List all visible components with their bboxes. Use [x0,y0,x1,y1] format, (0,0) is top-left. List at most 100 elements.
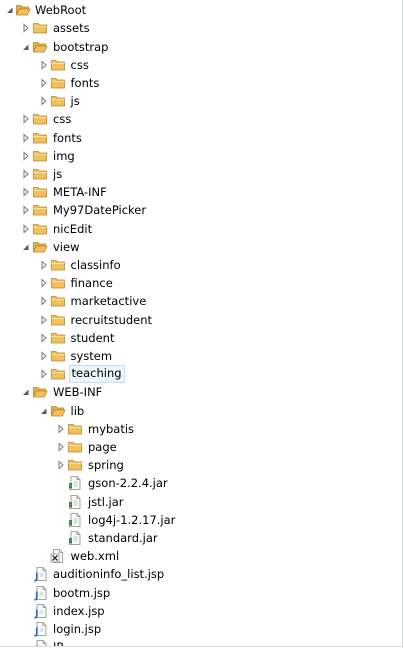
folder-icon [50,330,66,346]
tree-item-folder-js[interactable]: js [0,92,390,110]
folder-icon [32,111,48,127]
folder-icon [32,221,48,237]
tree-item-file-standard-jar[interactable]: standard.jar [0,529,390,547]
collapse-arrow-icon[interactable] [20,385,32,399]
tree-item-folder-web-inf[interactable]: WEB-INF [0,383,390,401]
tree-item-folder-bootstrap[interactable]: bootstrap [0,38,390,56]
tree-item-folder-finance[interactable]: finance [0,274,390,292]
expand-arrow-icon[interactable] [38,258,50,272]
tree-item-folder-webroot[interactable]: WebRoot [0,1,390,19]
expand-arrow-icon[interactable] [38,276,50,290]
tree-item-file-web-xml[interactable]: web.xml [0,547,390,565]
tree-item-folder-marketactive[interactable]: marketactive [0,292,390,310]
tree-item-folder-view[interactable]: view [0,238,390,256]
tree-item-folder-mybatis[interactable]: mybatis [0,420,390,438]
tree-item-folder-fonts[interactable]: fonts [0,129,390,147]
tree-item-folder-assets[interactable]: assets [0,19,390,37]
expand-arrow-icon[interactable] [20,185,32,199]
tree-item-file-ip[interactable]: IP [0,638,390,646]
tree-item-folder-recruitstudent[interactable]: recruitstudent [0,311,390,329]
tree-item-label: student [70,330,115,345]
tree-item-label: WebRoot [35,3,87,18]
folder-icon [50,293,66,309]
tree-item-label: view [53,239,80,254]
collapse-arrow-icon[interactable] [20,240,32,254]
tree-item-folder-css[interactable]: css [0,56,390,74]
expand-arrow-icon[interactable] [38,58,50,72]
folder-icon [50,75,66,91]
expand-arrow-icon[interactable] [38,294,50,308]
tree-item-file-gson-2-2-4-jar[interactable]: gson-2.2.4.jar [0,474,390,492]
tree-item-file-login-jsp[interactable]: login.jsp [0,620,390,638]
tree-item-folder-classinfo[interactable]: classinfo [0,256,390,274]
tree-item-file-index-jsp[interactable]: index.jsp [0,602,390,620]
expand-arrow-icon[interactable] [20,167,32,181]
tree-item-folder-img[interactable]: img [0,147,390,165]
tree-item-label: gson-2.2.4.jar [88,476,168,491]
expand-arrow-icon[interactable] [20,21,32,35]
expand-arrow-icon[interactable] [38,349,50,363]
folder-icon [32,39,48,55]
tree-item-label: spring [88,458,124,473]
tree-item-folder-teaching[interactable]: teaching [0,365,390,384]
jar-file-icon [67,475,83,491]
tree-item-folder-fonts[interactable]: fonts [0,74,390,92]
tree-item-label: login.jsp [53,622,102,636]
tree-item-folder-nicedit[interactable]: nicEdit [0,220,390,238]
tree-item-folder-lib[interactable]: lib [0,402,390,420]
folder-icon [67,439,83,455]
tree-item-folder-student[interactable]: student [0,329,390,347]
folder-icon [50,275,66,291]
expand-arrow-icon[interactable] [20,149,32,163]
tree-item-folder-page[interactable]: page [0,438,390,456]
expand-arrow-icon[interactable] [20,222,32,236]
expand-arrow-icon[interactable] [20,203,32,217]
collapse-arrow-icon[interactable] [20,40,32,54]
tree-item-folder-css[interactable]: css [0,110,390,128]
expand-arrow-icon[interactable] [38,76,50,90]
jsp-file-icon [32,639,48,646]
tree-item-folder-spring[interactable]: spring [0,456,390,474]
tree-item-label: web.xml [70,549,120,564]
folder-icon [15,2,31,18]
jar-file-icon [67,530,83,546]
tree-item-label: js [70,94,80,109]
folder-icon [67,457,83,473]
tree-item-label: finance [70,276,113,291]
expand-arrow-icon[interactable] [38,94,50,108]
tree-item-label: auditioninfo_list.jsp [53,567,165,582]
tree-item-file-log4j-1-2-17-jar[interactable]: log4j-1.2.17.jar [0,511,390,529]
expand-arrow-icon[interactable] [38,331,50,345]
expand-arrow-icon[interactable] [55,440,67,454]
tree-item-label: img [53,148,75,163]
folder-icon [32,166,48,182]
expand-arrow-icon[interactable] [20,112,32,126]
tree-item-file-bootm-jsp[interactable]: bootm.jsp [0,584,390,602]
tree-item-label: js [53,167,63,181]
tree-item-file-auditioninfo-list-jsp[interactable]: auditioninfo_list.jsp [0,565,390,583]
tree-item-label: mybatis [88,421,135,436]
tree-item-folder-system[interactable]: system [0,347,390,365]
folder-icon [32,384,48,400]
tree-item-label: META-INF [53,185,107,200]
expand-arrow-icon[interactable] [20,131,32,145]
tree-item-file-jstl-jar[interactable]: jstl.jar [0,493,390,511]
collapse-arrow-icon[interactable] [38,404,50,418]
tree-item-folder-my97datepicker[interactable]: My97DatePicker [0,201,390,219]
expand-arrow-icon[interactable] [38,313,50,327]
tree-item-label: standard.jar [88,531,158,545]
folder-icon [50,348,66,364]
jar-file-icon [67,512,83,528]
expand-arrow-icon[interactable] [55,458,67,472]
tree-item-label: lib [70,403,85,418]
tree-item-label: recruitstudent [70,312,153,327]
tree-item-folder-meta-inf[interactable]: META-INF [0,183,390,201]
tree-item-label: IP [51,639,65,646]
jsp-file-icon [32,566,48,582]
tree-item-label: classinfo [70,258,121,272]
expand-arrow-icon[interactable] [55,422,67,436]
tree-item-folder-js[interactable]: js [0,165,390,183]
folder-icon [50,257,66,273]
tree-item-label: log4j-1.2.17.jar [88,512,176,527]
expand-arrow-icon[interactable] [38,367,50,381]
